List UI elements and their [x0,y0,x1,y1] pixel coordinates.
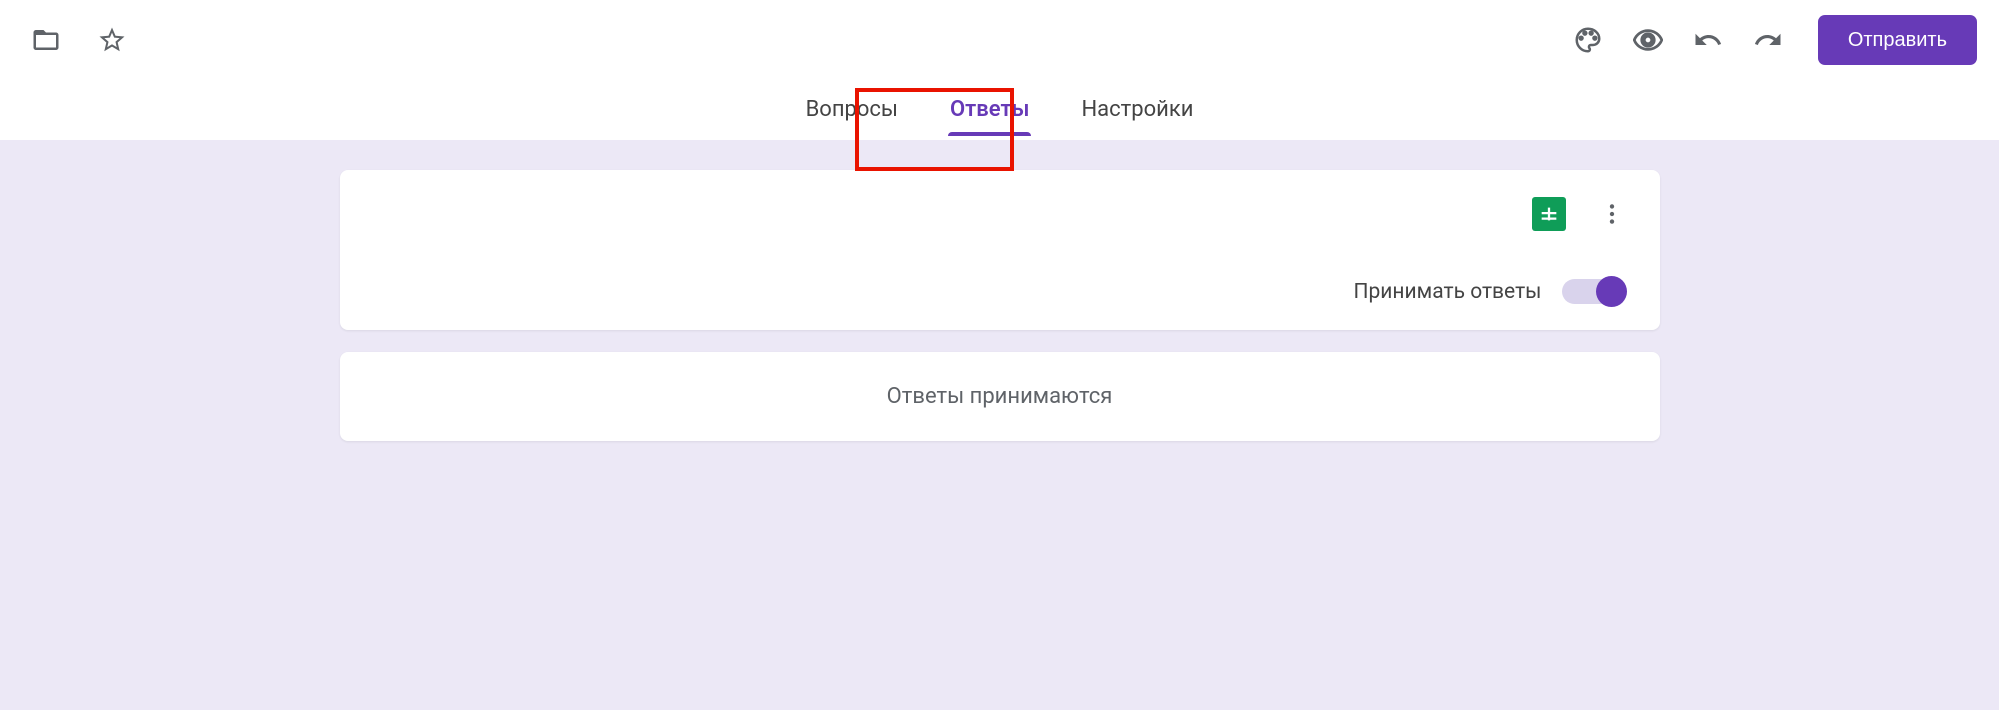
palette-icon[interactable] [1564,16,1612,64]
header-right: Отправить [1564,15,1977,65]
undo-icon[interactable] [1684,16,1732,64]
accept-responses-row: Принимать ответы [370,279,1630,304]
tab-responses[interactable]: Ответы [924,89,1055,140]
star-icon[interactable] [88,16,136,64]
toggle-knob [1596,276,1627,307]
sheets-icon[interactable] [1532,197,1566,231]
preview-icon[interactable] [1624,16,1672,64]
tabs: Вопросы Ответы Настройки [780,89,1220,140]
accept-responses-toggle[interactable] [1562,279,1624,304]
accept-responses-label: Принимать ответы [1354,280,1542,304]
responses-header-actions [370,196,1630,232]
tabs-row: Вопросы Ответы Настройки [0,80,1999,140]
responses-status-message: Ответы принимаются [887,384,1113,409]
tab-questions[interactable]: Вопросы [780,89,924,140]
responses-header-card: Принимать ответы [340,170,1660,330]
redo-icon[interactable] [1744,16,1792,64]
header: Отправить [0,0,1999,80]
folder-icon[interactable] [22,16,70,64]
more-icon[interactable] [1594,196,1630,232]
responses-status-card: Ответы принимаются [340,352,1660,441]
tab-settings[interactable]: Настройки [1055,89,1219,140]
main-canvas: Принимать ответы Ответы принимаются [0,140,1999,710]
header-left [22,16,136,64]
send-button[interactable]: Отправить [1818,15,1977,65]
